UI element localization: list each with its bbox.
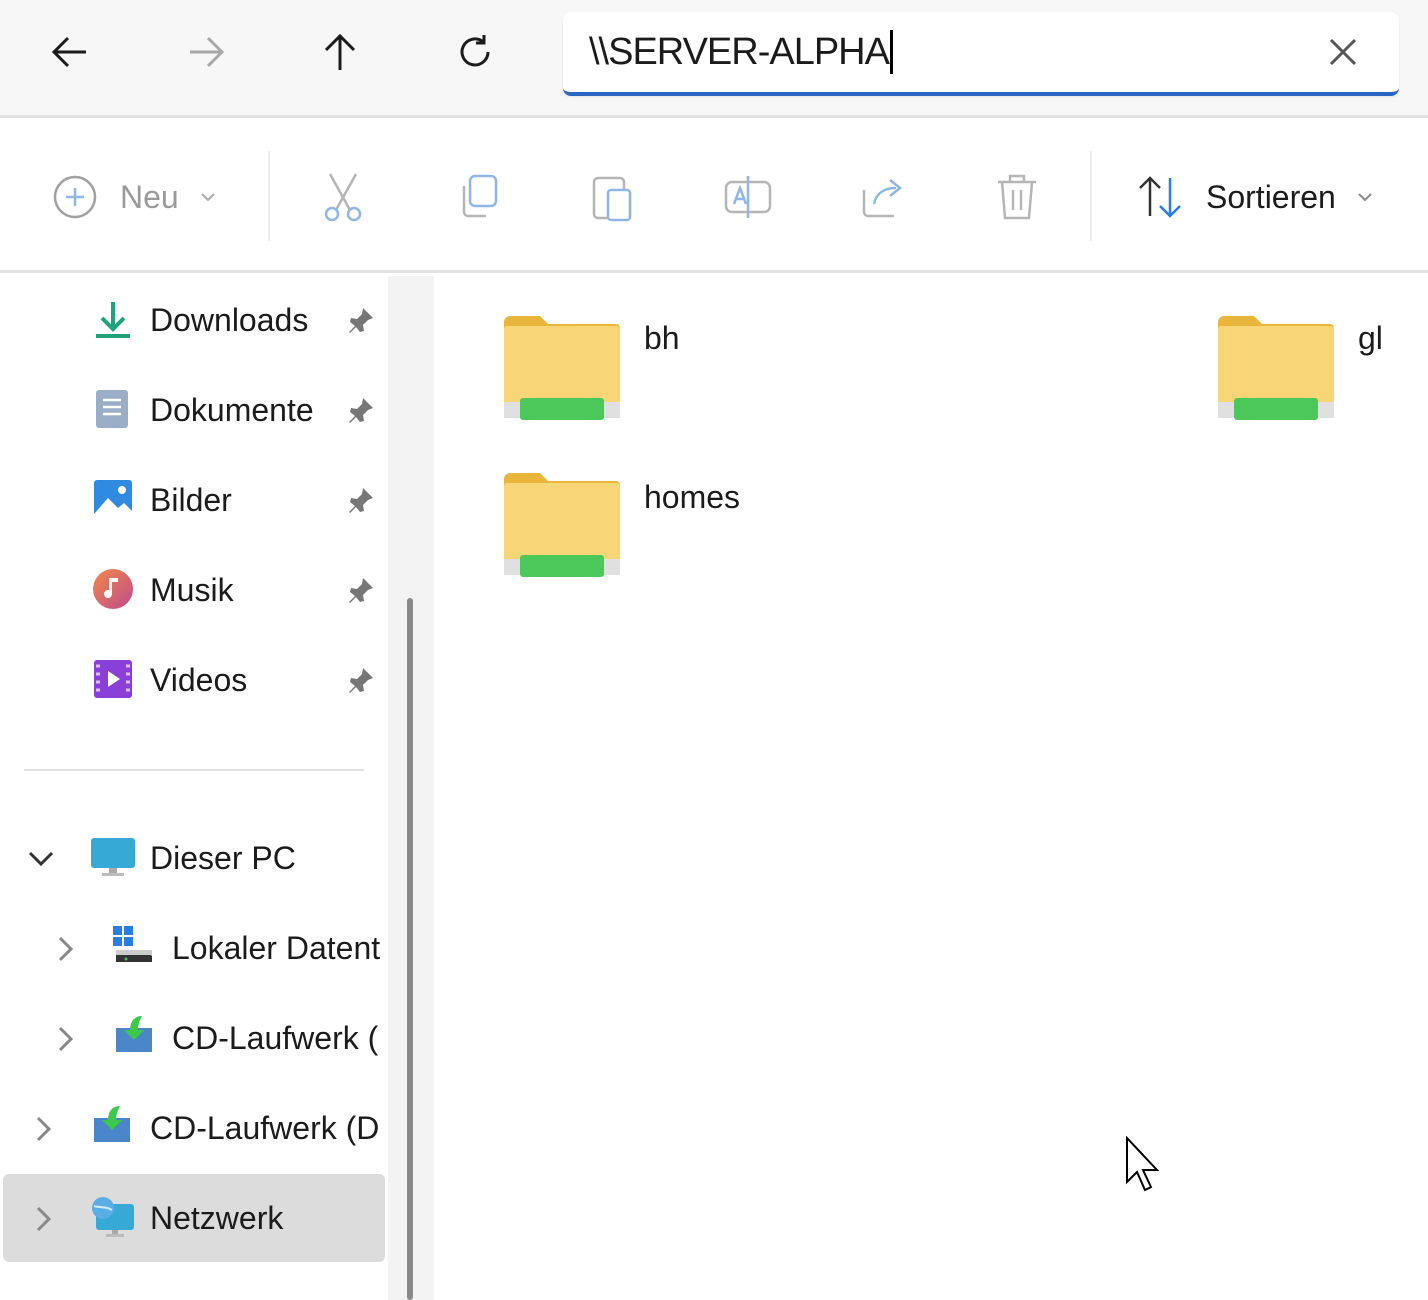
clear-address-button[interactable] — [1323, 32, 1363, 72]
paste-button[interactable] — [590, 169, 636, 225]
local-disk-icon — [113, 926, 152, 962]
sidebar-item-label: CD-Laufwerk (D — [150, 1109, 380, 1146]
sidebar-item-label: Netzwerk — [150, 1199, 284, 1236]
new-button[interactable]: Neu — [52, 169, 217, 225]
paste-icon — [592, 176, 632, 222]
chevron-right-icon[interactable] — [28, 1114, 58, 1144]
mouse-cursor-icon — [1126, 1136, 1160, 1192]
navigation-bar: \\SERVER-ALPHA — [0, 0, 1428, 118]
rename-icon — [724, 176, 772, 218]
divider — [1090, 151, 1092, 241]
sidebar-item-network[interactable]: Netzwerk — [3, 1174, 385, 1262]
cd-drive-icon — [94, 1106, 130, 1142]
content-pane: bh gl homes — [434, 276, 1428, 1300]
arrow-right-icon — [190, 36, 225, 68]
pin-icon[interactable] — [346, 305, 376, 335]
pin-icon[interactable] — [346, 665, 376, 695]
share-icon — [862, 179, 903, 218]
divider — [268, 151, 270, 241]
sidebar-item-label: Lokaler Datent — [172, 929, 381, 966]
copy-button[interactable] — [456, 169, 502, 225]
command-bar: Neu Sortieren — [0, 121, 1428, 273]
sidebar-item-label: Downloads — [150, 301, 309, 338]
music-icon — [93, 569, 133, 609]
network-folder-icon — [504, 473, 620, 577]
up-button[interactable] — [310, 22, 370, 82]
back-button[interactable] — [40, 22, 100, 82]
sidebar-item-downloads[interactable]: Downloads — [0, 276, 388, 364]
sidebar-item-label: Dokumente — [150, 391, 314, 428]
refresh-icon — [460, 35, 490, 67]
chevron-right-icon[interactable] — [50, 1024, 80, 1054]
network-folder-icon — [1218, 316, 1334, 420]
scrollbar-thumb[interactable] — [407, 598, 413, 1300]
folder-item[interactable]: bh — [502, 312, 802, 432]
arrow-left-icon — [51, 36, 86, 68]
copy-icon — [462, 174, 498, 218]
folder-item[interactable]: homes — [502, 469, 802, 589]
cd-drive-icon — [116, 1016, 152, 1052]
forward-button[interactable] — [176, 22, 236, 82]
sidebar-item-documents[interactable]: Dokumente — [0, 366, 388, 454]
sidebar-item-label: Bilder — [150, 481, 232, 518]
refresh-button[interactable] — [445, 22, 505, 82]
document-icon — [96, 390, 128, 428]
arrow-up-icon — [324, 33, 356, 70]
new-label: Neu — [120, 178, 179, 215]
pin-icon[interactable] — [346, 485, 376, 515]
pin-icon[interactable] — [346, 575, 376, 605]
folder-name: bh — [644, 320, 680, 356]
address-input[interactable]: \\SERVER-ALPHA — [589, 30, 893, 74]
sidebar-item-cd-drive-d[interactable]: CD-Laufwerk (D — [0, 1084, 388, 1172]
sidebar-item-label: Videos — [150, 661, 248, 698]
video-icon — [94, 660, 132, 698]
sidebar-item-label: CD-Laufwerk ( — [172, 1019, 379, 1056]
sort-button[interactable]: Sortieren — [1136, 169, 1374, 225]
chevron-right-icon[interactable] — [50, 934, 80, 964]
sidebar-item-cd-drive[interactable]: CD-Laufwerk ( — [0, 994, 388, 1082]
sidebar-item-local-disk[interactable]: Lokaler Datent — [0, 904, 388, 992]
chevron-down-icon — [200, 193, 215, 202]
address-bar[interactable]: \\SERVER-ALPHA — [563, 12, 1399, 96]
scissors-icon — [324, 173, 362, 222]
folder-item[interactable]: gl — [1216, 312, 1428, 432]
sort-label: Sortieren — [1206, 178, 1336, 215]
sort-icon — [1139, 176, 1181, 218]
network-folder-icon — [504, 316, 620, 420]
download-icon — [96, 302, 130, 338]
pin-icon[interactable] — [346, 395, 376, 425]
sidebar-item-this-pc[interactable]: Dieser PC — [0, 814, 388, 902]
share-button[interactable] — [860, 169, 906, 225]
rename-button[interactable] — [724, 169, 772, 225]
network-icon — [92, 1197, 134, 1237]
sidebar-divider — [24, 769, 364, 771]
delete-button[interactable] — [994, 169, 1040, 225]
close-icon — [1329, 38, 1357, 66]
trash-icon — [998, 174, 1036, 220]
sidebar-item-music[interactable]: Musik — [0, 546, 388, 634]
sidebar-item-videos[interactable]: Videos — [0, 636, 388, 724]
chevron-down-icon — [1358, 193, 1372, 202]
pictures-icon — [94, 480, 132, 518]
chevron-right-icon[interactable] — [28, 1204, 58, 1234]
chevron-down-icon[interactable] — [26, 843, 56, 873]
folder-name: homes — [644, 479, 741, 515]
plus-circle-icon — [53, 175, 97, 219]
folder-name: gl — [1358, 320, 1383, 356]
sidebar-item-label: Musik — [150, 571, 234, 608]
computer-icon — [91, 838, 135, 876]
cut-button[interactable] — [320, 169, 366, 225]
sidebar-item-pictures[interactable]: Bilder — [0, 456, 388, 544]
sidebar-item-label: Dieser PC — [150, 839, 296, 876]
